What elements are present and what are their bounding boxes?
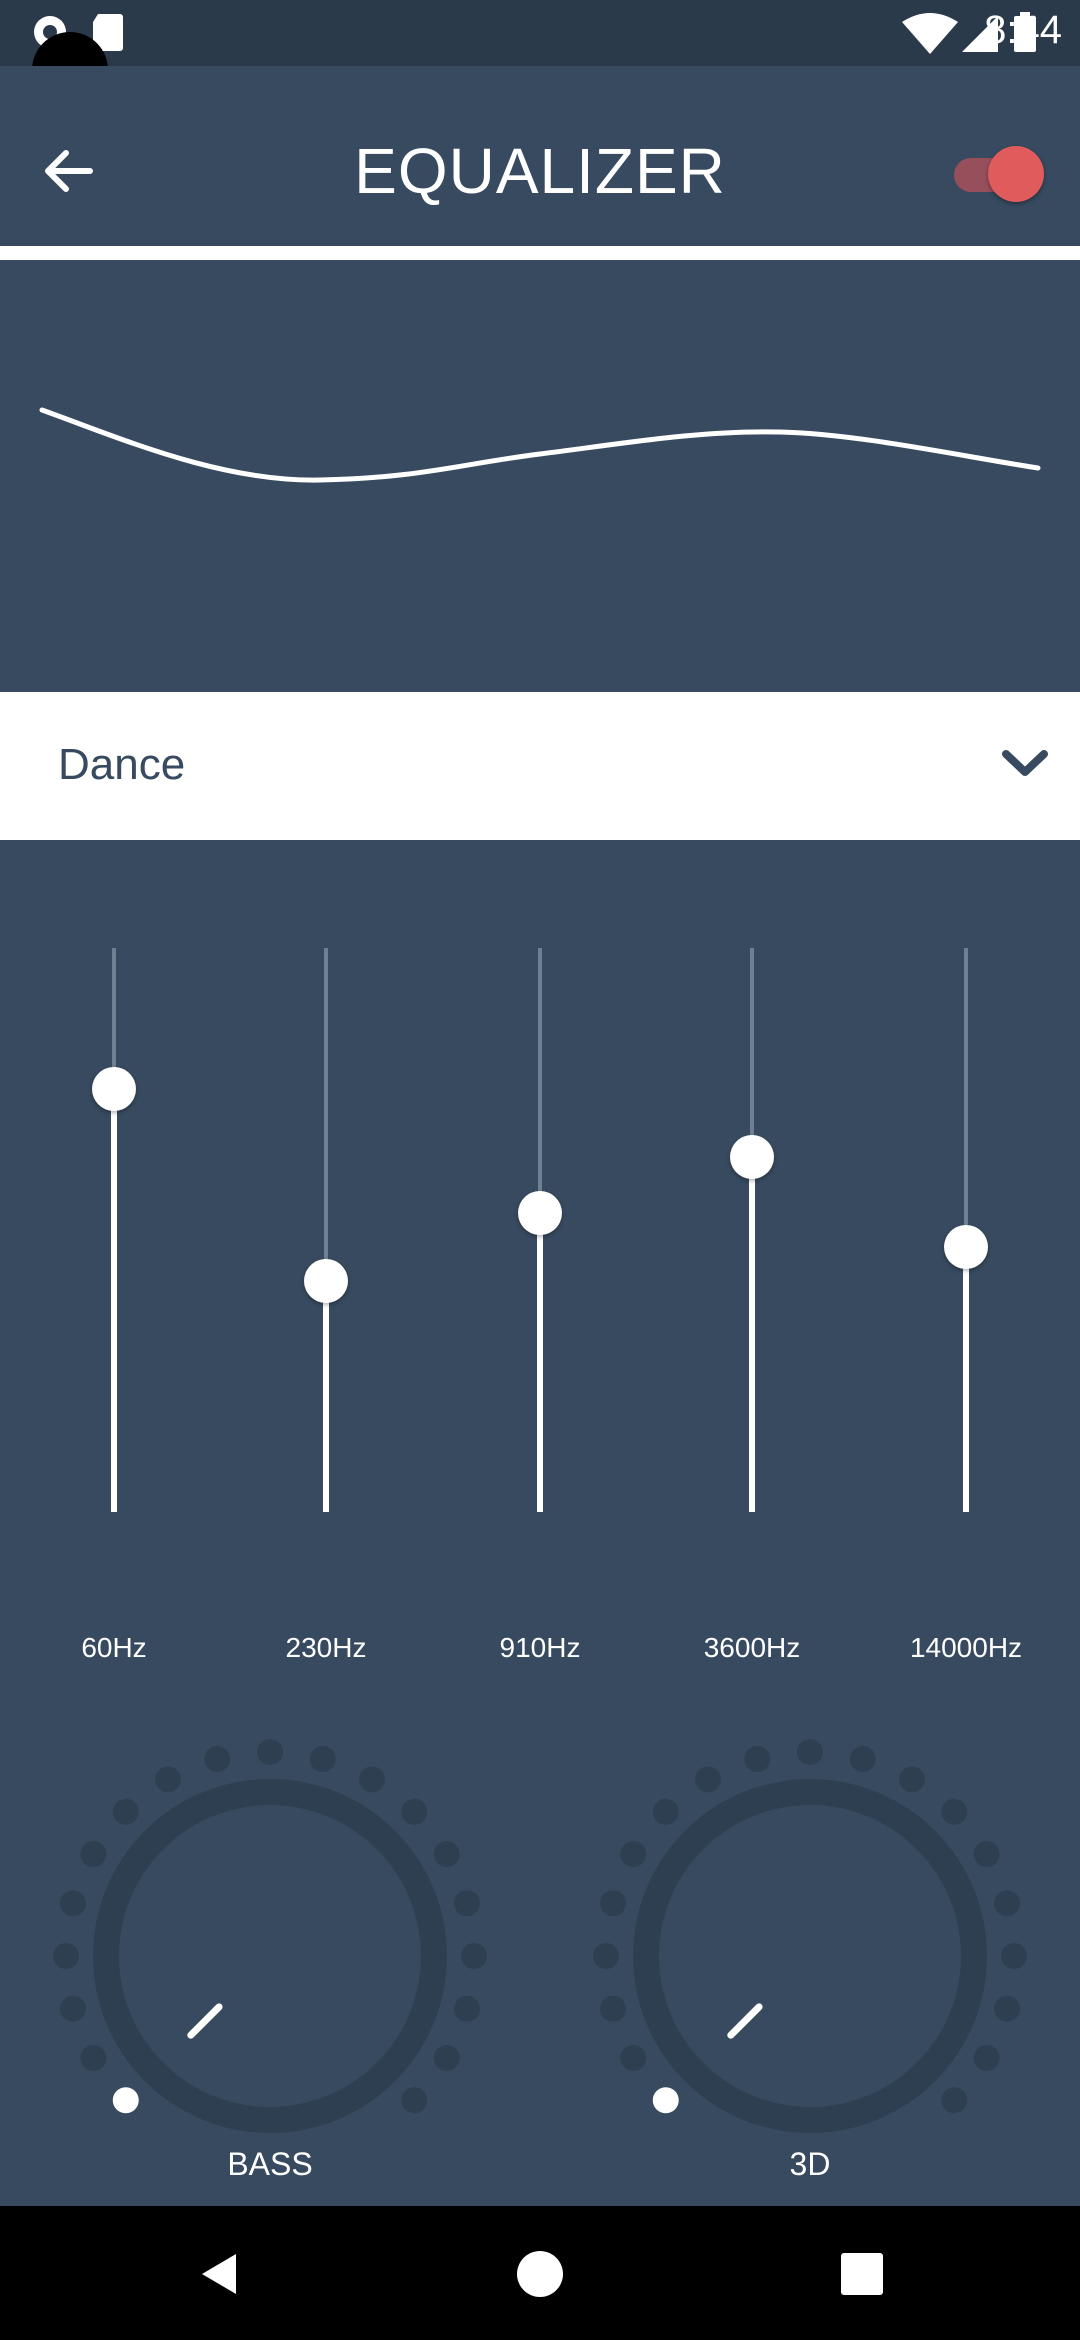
bass-dial[interactable]: [50, 1736, 490, 2176]
chevron-down-icon: [1002, 750, 1048, 776]
slider-fill: [323, 1280, 329, 1512]
preset-dropdown[interactable]: Dance: [0, 692, 1080, 840]
dial-step-dot: [80, 2045, 107, 2071]
band-label-230hz: 230Hz: [285, 1632, 367, 1663]
dial-step-dot: [433, 2045, 460, 2071]
dial-step-dot: [899, 1766, 925, 1793]
dial-step-dot: [1001, 1943, 1027, 1969]
dial-step-dot: [599, 1890, 626, 1917]
dial-step-dot: [973, 1841, 1000, 1867]
dial-step-dot: [454, 1890, 481, 1917]
slider-fill: [111, 1089, 117, 1512]
dial-step-dot: [599, 1995, 626, 2022]
dial-step-dot: [652, 2087, 679, 2114]
slider-fill: [537, 1213, 543, 1512]
dial-step-dot: [257, 1739, 283, 1765]
dial-step-dot: [112, 2087, 139, 2114]
equalizer-toggle[interactable]: [954, 146, 1050, 202]
frequency-curve-panel: [0, 260, 1080, 692]
dial-step-dot: [59, 1995, 86, 2022]
dial-step-dot: [797, 1739, 823, 1765]
dial-step-dot: [401, 1798, 428, 1825]
toggle-thumb: [988, 146, 1044, 202]
slider-3600hz[interactable]: [692, 948, 812, 1512]
dial-step-dot: [359, 1766, 385, 1793]
slider-14000hz[interactable]: [906, 948, 1026, 1512]
status-bar: 8:44: [0, 0, 1080, 66]
page-title: EQUALIZER: [354, 135, 726, 207]
dial-step-dot: [309, 1745, 336, 1772]
dial-step-dot: [620, 2045, 647, 2071]
system-nav-bar: [0, 2206, 1080, 2340]
app-bar: EQUALIZER: [0, 66, 1080, 246]
slider-handle[interactable]: [944, 1224, 988, 1269]
slider-230hz[interactable]: [266, 948, 386, 1512]
dial-step-dot: [204, 1745, 231, 1772]
slider-handle[interactable]: [730, 1134, 774, 1179]
frequency-curve: [39, 407, 1041, 483]
dial-step-dot: [112, 1798, 139, 1825]
dial-step-dot: [695, 1766, 721, 1793]
back-triangle-icon[interactable]: [196, 2250, 244, 2298]
slider-fill: [749, 1156, 755, 1512]
status-time: 8:44: [984, 8, 1062, 52]
dial-step-dot: [994, 1995, 1021, 2022]
slider-handle[interactable]: [304, 1258, 348, 1303]
band-label-910hz: 910Hz: [499, 1632, 581, 1663]
dial-step-dot: [973, 2045, 1000, 2071]
slider-handle[interactable]: [518, 1191, 562, 1236]
dial-step-dot: [53, 1943, 79, 1969]
band-sliders: 60Hz 230Hz 910Hz 3600Hz 14000Hz: [0, 840, 1080, 1700]
dial-face: [120, 1806, 420, 2106]
dial-step-dot: [155, 1766, 181, 1793]
dial-step-dot: [994, 1890, 1021, 1917]
preset-selected-value: Dance: [58, 740, 186, 789]
slider-fill: [963, 1246, 969, 1512]
dial-step-dot: [941, 2087, 968, 2114]
bass-label: BASS: [227, 2146, 313, 2182]
dial-step-dot: [941, 1798, 968, 1825]
band-label-3600hz: 3600Hz: [703, 1632, 801, 1663]
3d-dial[interactable]: [590, 1736, 1030, 2176]
dial-step-dot: [401, 2087, 428, 2114]
home-circle-icon[interactable]: [516, 2250, 564, 2298]
dial-step-dot: [454, 1995, 481, 2022]
dial-step-dot: [59, 1890, 86, 1917]
wifi-icon: [902, 13, 958, 54]
divider: [0, 246, 1080, 260]
3d-label: 3D: [789, 2146, 831, 2182]
dial-step-dot: [461, 1943, 487, 1969]
band-label-60hz: 60Hz: [81, 1632, 147, 1663]
slider-60hz[interactable]: [54, 948, 174, 1512]
slider-910hz[interactable]: [480, 948, 600, 1512]
dial-step-dot: [744, 1745, 771, 1772]
recents-square-icon[interactable]: [838, 2250, 886, 2298]
slider-handle[interactable]: [92, 1067, 136, 1111]
dial-step-dot: [593, 1943, 619, 1969]
dial-step-dot: [620, 1841, 647, 1867]
dial-step-dot: [80, 1841, 107, 1867]
dial-step-dot: [849, 1745, 876, 1772]
dial-step-dot: [652, 1798, 679, 1825]
dial-step-dot: [433, 1841, 460, 1867]
dial-face: [660, 1806, 960, 2106]
band-label-14000hz: 14000Hz: [909, 1632, 1023, 1663]
